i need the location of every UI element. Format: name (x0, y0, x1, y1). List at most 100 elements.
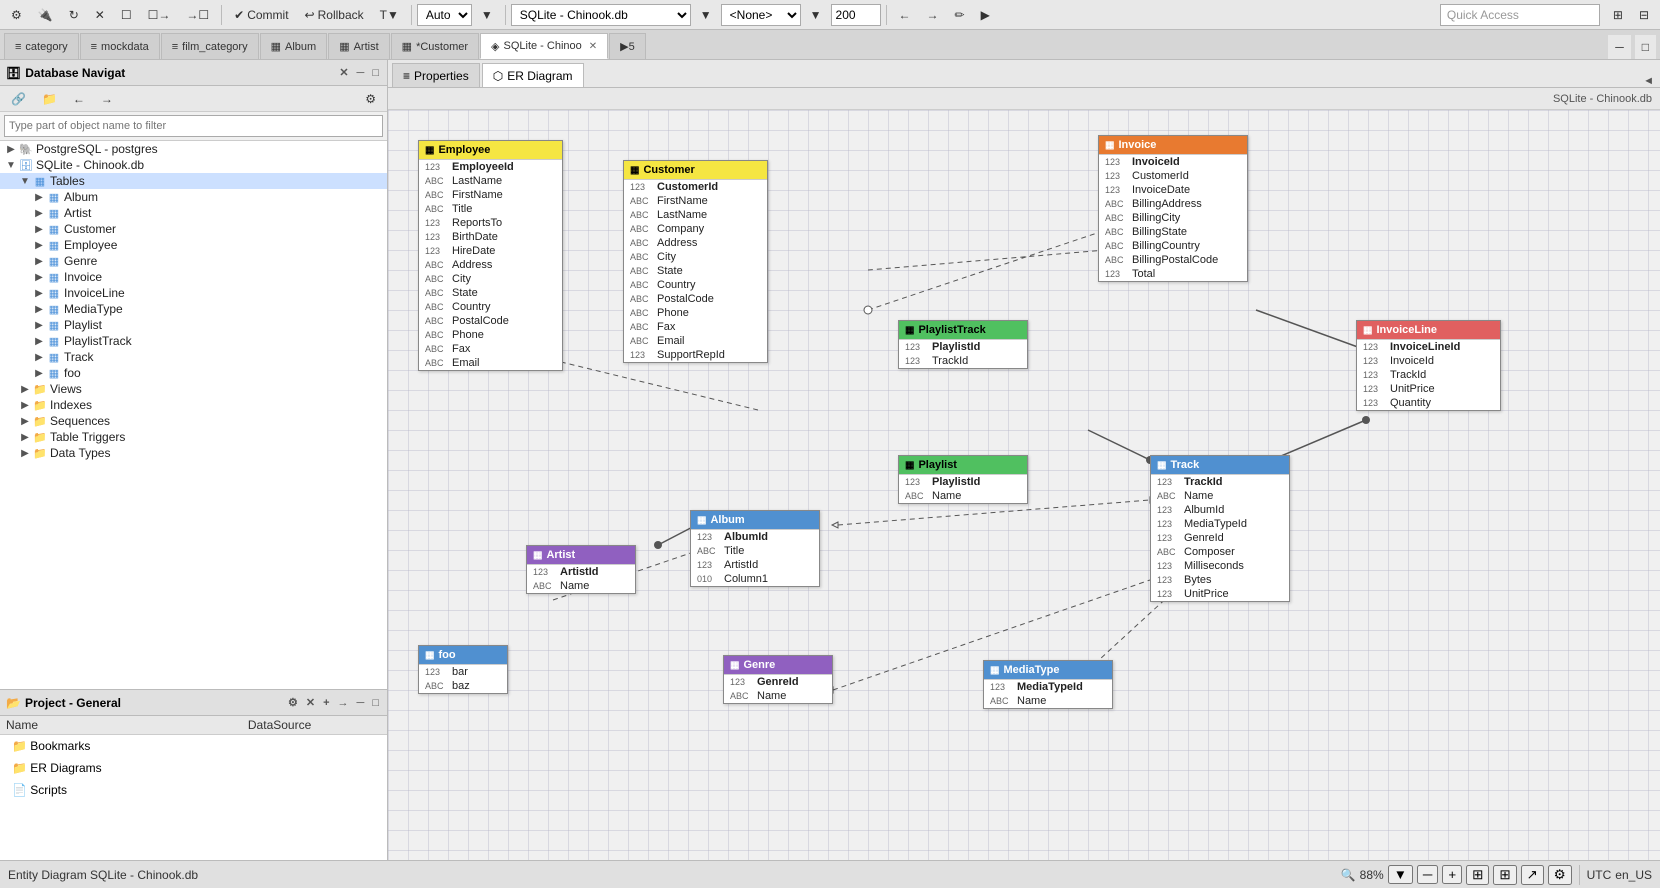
tree-invoice-arrow[interactable]: ▶ (32, 272, 46, 283)
zoom-settings-btn[interactable]: ⚙ (1548, 865, 1572, 885)
db-select[interactable]: SQLite - Chinook.db (511, 4, 691, 26)
toolbar-btn-4[interactable]: ✕ (88, 3, 112, 27)
er-tab-diagram[interactable]: ⬡ ER Diagram (482, 63, 584, 87)
tree-foo[interactable]: ▶ ▦ foo (0, 365, 387, 381)
tree-genre[interactable]: ▶ ▦ Genre (0, 253, 387, 269)
nav-btn-1[interactable]: ← (892, 3, 918, 27)
tree-playlist[interactable]: ▶ ▦ Playlist (0, 317, 387, 333)
tab-film-category[interactable]: ≡ film_category (161, 33, 259, 59)
tree-pg[interactable]: ▶ 🐘 PostgreSQL - postgres (0, 141, 387, 157)
layout-btn-1[interactable]: ⊞ (1606, 3, 1630, 27)
tree-tabletriggers[interactable]: ▶ 📁 Table Triggers (0, 429, 387, 445)
tree-playlisttrack[interactable]: ▶ ▦ PlaylistTrack (0, 333, 387, 349)
tree-datatypes[interactable]: ▶ 📁 Data Types (0, 445, 387, 461)
tree-indexes[interactable]: ▶ 📁 Indexes (0, 397, 387, 413)
tree-artist[interactable]: ▶ ▦ Artist (0, 205, 387, 221)
db-nav-search[interactable] (4, 115, 383, 137)
entity-invoiceline[interactable]: ▦ InvoiceLine 123InvoiceLineId 123Invoic… (1356, 320, 1501, 411)
toolbar-btn-2[interactable]: 🔌 (31, 3, 60, 27)
none-dropdown[interactable]: ▼ (803, 3, 829, 27)
tree-invoiceline[interactable]: ▶ ▦ InvoiceLine (0, 285, 387, 301)
db-nav-btn-1[interactable]: 🔗 (4, 87, 33, 111)
toolbar-btn-5[interactable]: ☐ (114, 3, 139, 27)
tree-tabletriggers-arrow[interactable]: ▶ (18, 432, 32, 443)
tree-artist-arrow[interactable]: ▶ (32, 208, 46, 219)
tree-foo-arrow[interactable]: ▶ (32, 368, 46, 379)
zoom-export-btn[interactable]: ↗ (1521, 865, 1544, 885)
tree-invoice[interactable]: ▶ ▦ Invoice (0, 269, 387, 285)
tab-album[interactable]: ▦ Album (260, 33, 328, 59)
tree-tables-arrow[interactable]: ▼ (18, 176, 32, 187)
entity-mediatype[interactable]: ▦ MediaType 123MediaTypeId ABCName (983, 660, 1113, 709)
nav-btn-2[interactable]: → (920, 3, 946, 27)
db-nav-minimize[interactable]: ─ (355, 67, 367, 79)
toolbar-btn-3[interactable]: ↻ (62, 3, 86, 27)
tab-artist[interactable]: ▦ Artist (328, 33, 389, 59)
tree-playlisttrack-arrow[interactable]: ▶ (32, 336, 46, 347)
zoom-input[interactable] (831, 4, 881, 26)
tree-employee[interactable]: ▶ ▦ Employee (0, 237, 387, 253)
project-close-x[interactable]: ✕ (304, 696, 317, 709)
tab-overflow[interactable]: ▶5 (609, 33, 646, 59)
tree-customer[interactable]: ▶ ▦ Customer (0, 221, 387, 237)
tree-employee-arrow[interactable]: ▶ (32, 240, 46, 251)
none-select[interactable]: <None> (721, 4, 801, 26)
toolbar-t-btn[interactable]: T▼ (373, 3, 406, 27)
toolbar-btn-1[interactable]: ⚙ (4, 3, 29, 27)
project-add[interactable]: + (321, 697, 331, 709)
tree-track-arrow[interactable]: ▶ (32, 352, 46, 363)
commit-button[interactable]: ✔ Commit (227, 3, 295, 27)
tab-mockdata[interactable]: ≡ mockdata (80, 33, 160, 59)
entity-album[interactable]: ▦ Album 123AlbumId ABCTitle 123ArtistId … (690, 510, 820, 587)
zoom-fit-btn[interactable]: ⊞ (1466, 865, 1489, 885)
proj-erdiagrams[interactable]: 📁 ER Diagrams (0, 757, 242, 779)
entity-playlisttrack[interactable]: ▦ PlaylistTrack 123PlaylistId 123TrackId (898, 320, 1028, 369)
tree-invoiceline-arrow[interactable]: ▶ (32, 288, 46, 299)
nav-btn-3[interactable]: ✏ (948, 3, 972, 27)
tree-sqlite[interactable]: ▼ 🗄 SQLite - Chinook.db (0, 157, 387, 173)
er-canvas[interactable]: ▦ Employee 123EmployeeId ABCLastName ABC… (388, 110, 1660, 860)
tab-sqlite[interactable]: ◈ SQLite - Chinoo ✕ (480, 33, 608, 59)
tree-datatypes-arrow[interactable]: ▶ (18, 448, 32, 459)
entity-artist[interactable]: ▦ Artist 123ArtistId ABCName (526, 545, 636, 594)
db-nav-maximize[interactable]: □ (370, 67, 381, 79)
zoom-in-btn[interactable]: + (1442, 865, 1462, 884)
project-maximize[interactable]: □ (370, 697, 381, 709)
toolbar-btn-6[interactable]: ☐→ (141, 3, 178, 27)
db-nav-close[interactable]: ✕ (337, 66, 350, 79)
tab-category[interactable]: ≡ category (4, 33, 79, 59)
tree-views[interactable]: ▶ 📁 Views (0, 381, 387, 397)
tree-sequences-arrow[interactable]: ▶ (18, 416, 32, 427)
db-nav-btn-4[interactable]: → (94, 87, 120, 111)
layout-btn-2[interactable]: ⊟ (1632, 3, 1656, 27)
project-minimize[interactable]: ─ (355, 697, 367, 709)
er-tab-properties[interactable]: ≡ Properties (392, 63, 480, 87)
db-dropdown[interactable]: ▼ (693, 3, 719, 27)
db-nav-btn-3[interactable]: ← (66, 87, 92, 111)
entity-customer[interactable]: ▦ Customer 123CustomerId ABCFirstName AB… (623, 160, 768, 363)
tree-track[interactable]: ▶ ▦ Track (0, 349, 387, 365)
tree-mediatype[interactable]: ▶ ▦ MediaType (0, 301, 387, 317)
proj-bookmarks[interactable]: 📁 Bookmarks (0, 735, 242, 757)
tree-album-arrow[interactable]: ▶ (32, 192, 46, 203)
entity-playlist[interactable]: ▦ Playlist 123PlaylistId ABCName (898, 455, 1028, 504)
auto-dropdown[interactable]: ▼ (474, 3, 500, 27)
tree-genre-arrow[interactable]: ▶ (32, 256, 46, 267)
auto-select[interactable]: Auto (417, 4, 472, 26)
tree-customer-arrow[interactable]: ▶ (32, 224, 46, 235)
tab-customer[interactable]: ▦ *Customer (391, 33, 479, 59)
tree-sequences[interactable]: ▶ 📁 Sequences (0, 413, 387, 429)
tree-views-arrow[interactable]: ▶ (18, 384, 32, 395)
entity-genre[interactable]: ▦ Genre 123GenreId ABCName (723, 655, 833, 704)
entity-employee[interactable]: ▦ Employee 123EmployeeId ABCLastName ABC… (418, 140, 563, 371)
zoom-dropdown-btn[interactable]: ▼ (1388, 865, 1413, 884)
entity-track[interactable]: ▦ Track 123TrackId ABCName 123AlbumId 12… (1150, 455, 1290, 602)
zoom-grid-btn[interactable]: ⊞ (1493, 865, 1516, 885)
tab-minimize[interactable]: ─ (1608, 35, 1631, 59)
tree-tables[interactable]: ▼ ▦ Tables (0, 173, 387, 189)
tree-album[interactable]: ▶ ▦ Album (0, 189, 387, 205)
tree-indexes-arrow[interactable]: ▶ (18, 400, 32, 411)
toolbar-btn-7[interactable]: →☐ (179, 3, 216, 27)
tree-mediatype-arrow[interactable]: ▶ (32, 304, 46, 315)
nav-btn-4[interactable]: ▶ (974, 3, 997, 27)
